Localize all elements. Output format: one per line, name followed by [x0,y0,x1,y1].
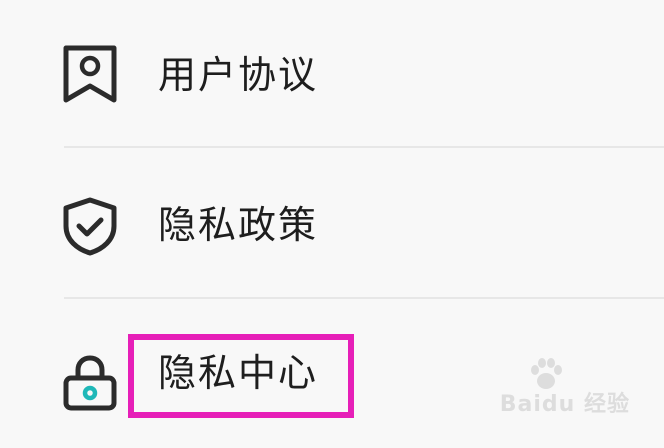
menu-item-privacy-policy[interactable]: 隐私政策 [0,150,664,300]
bookmark-user-icon [63,45,117,103]
watermark-text: Baidu 经验 [499,392,630,417]
divider [64,297,664,299]
shield-check-icon [63,197,117,256]
menu-item-label: 用户协议 [158,53,319,97]
divider [64,146,664,148]
menu-item-user-agreement[interactable]: 用户协议 [0,0,664,150]
lock-icon [63,355,117,411]
settings-list: 用户协议 隐私政策 隐私中心 Baidu 经验 [0,0,664,448]
menu-item-label: 隐私中心 [158,351,319,395]
menu-item-label: 隐私政策 [158,203,319,247]
